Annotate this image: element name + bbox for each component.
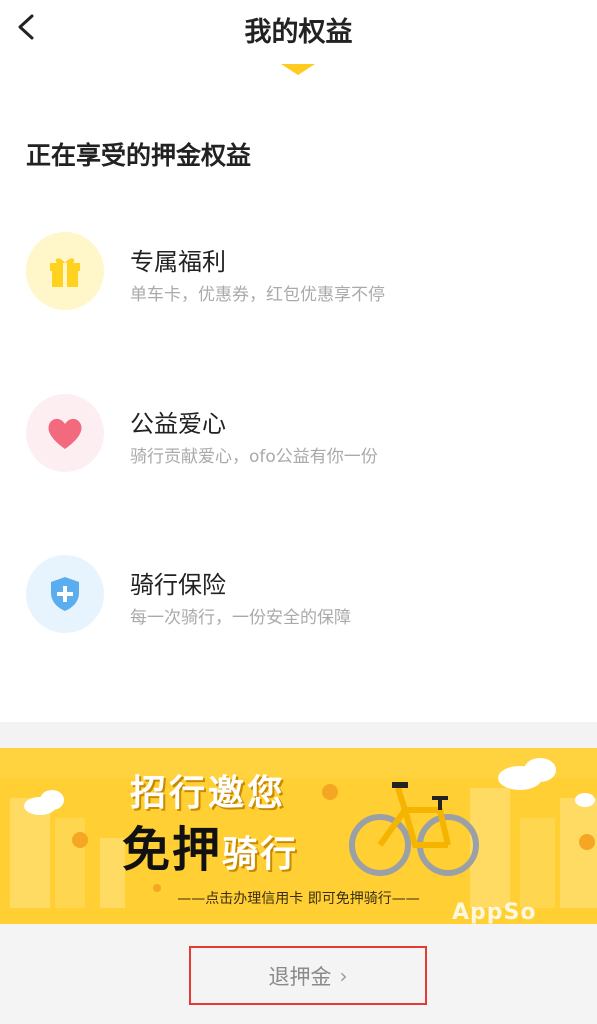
benefit-subtitle: 每一次骑行，一份安全的保障: [130, 608, 351, 628]
shield-icon: [26, 555, 104, 633]
page-title: 我的权益: [244, 17, 353, 48]
benefit-title: 公益爱心: [130, 410, 226, 438]
refund-deposit-button[interactable]: 退押金 ›: [189, 946, 427, 1005]
benefit-item-charity[interactable]: 公益爱心 骑行贡献爱心，ofo公益有你一份: [0, 394, 597, 484]
benefit-item-exclusive[interactable]: 专属福利 单车卡，优惠券，红包优惠享不停: [0, 232, 597, 322]
benefit-subtitle: 骑行贡献爱心，ofo公益有你一份: [130, 447, 378, 467]
banner-headline-2b: 骑行: [222, 834, 299, 875]
tab-indicator: [281, 64, 315, 75]
section-title: 正在享受的押金权益: [26, 141, 252, 170]
promo-banner[interactable]: 招行邀您 免押骑行 ——点击办理信用卡 即可免押骑行——: [0, 748, 597, 924]
header: 我的权益: [0, 0, 597, 64]
chevron-right-icon: ›: [339, 963, 348, 988]
benefit-title: 骑行保险: [130, 571, 226, 599]
heart-icon: [26, 394, 104, 472]
benefit-subtitle: 单车卡，优惠券，红包优惠享不停: [130, 285, 385, 305]
gift-icon: [26, 232, 104, 310]
section-divider: [0, 722, 597, 748]
banner-headline-2a: 免押: [122, 822, 223, 878]
refund-deposit-label: 退押金: [268, 964, 332, 989]
benefit-item-insurance[interactable]: 骑行保险 每一次骑行，一份安全的保障: [0, 555, 597, 645]
benefit-title: 专属福利: [130, 248, 226, 276]
banner-headline-1: 招行邀您: [130, 773, 287, 814]
watermark: AppSo: [452, 900, 537, 925]
banner-headline-2: 免押骑行: [122, 810, 298, 880]
